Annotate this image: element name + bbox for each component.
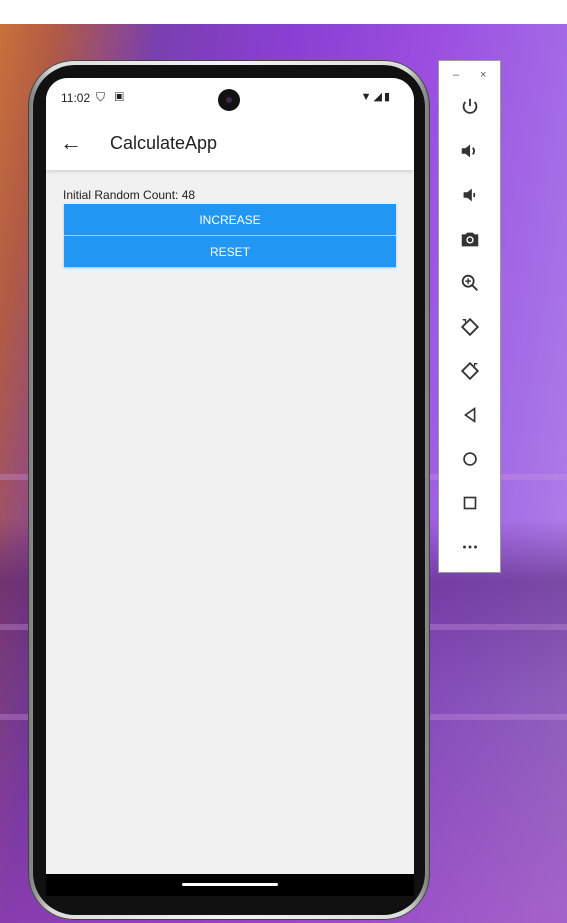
app-bar: ← CalculateApp [46,118,414,170]
status-time: 11:02 [61,91,91,105]
overview-icon[interactable] [454,487,486,519]
navigation-bar [46,874,414,896]
count-label: Initial Random Count: 48 [63,188,196,202]
back-arrow-icon[interactable]: ← [60,130,82,156]
rotate-right-icon[interactable] [454,355,486,387]
volume-up-icon[interactable] [454,135,486,167]
home-icon[interactable] [454,443,486,475]
status-signal-icons: ▼◢▮ [360,91,392,103]
minimize-button[interactable]: – [453,69,459,81]
phone-screen: 11:02 ⛉ ▣ ▼◢▮ ← CalculateApp Initial Ran… [46,78,414,896]
close-button[interactable]: × [480,69,486,81]
camera-icon[interactable] [454,223,486,255]
emulator-toolbar: – × [438,60,501,573]
increase-button[interactable]: INCREASE [64,204,396,235]
zoom-icon[interactable] [454,267,486,299]
gesture-handle[interactable] [182,883,278,886]
status-notification-icons: ⛉ ▣ [96,90,127,104]
reset-button[interactable]: RESET [64,236,396,267]
power-icon[interactable] [454,91,486,123]
status-bar: 11:02 ⛉ ▣ ▼◢▮ [46,78,414,118]
more-icon[interactable] [454,531,486,563]
volume-down-icon[interactable] [454,179,486,211]
back-icon[interactable] [454,399,486,431]
front-camera-icon [218,89,240,111]
emulator-window-controls: – × [439,69,500,83]
app-title: CalculateApp [110,133,218,153]
rotate-left-icon[interactable] [454,311,486,343]
